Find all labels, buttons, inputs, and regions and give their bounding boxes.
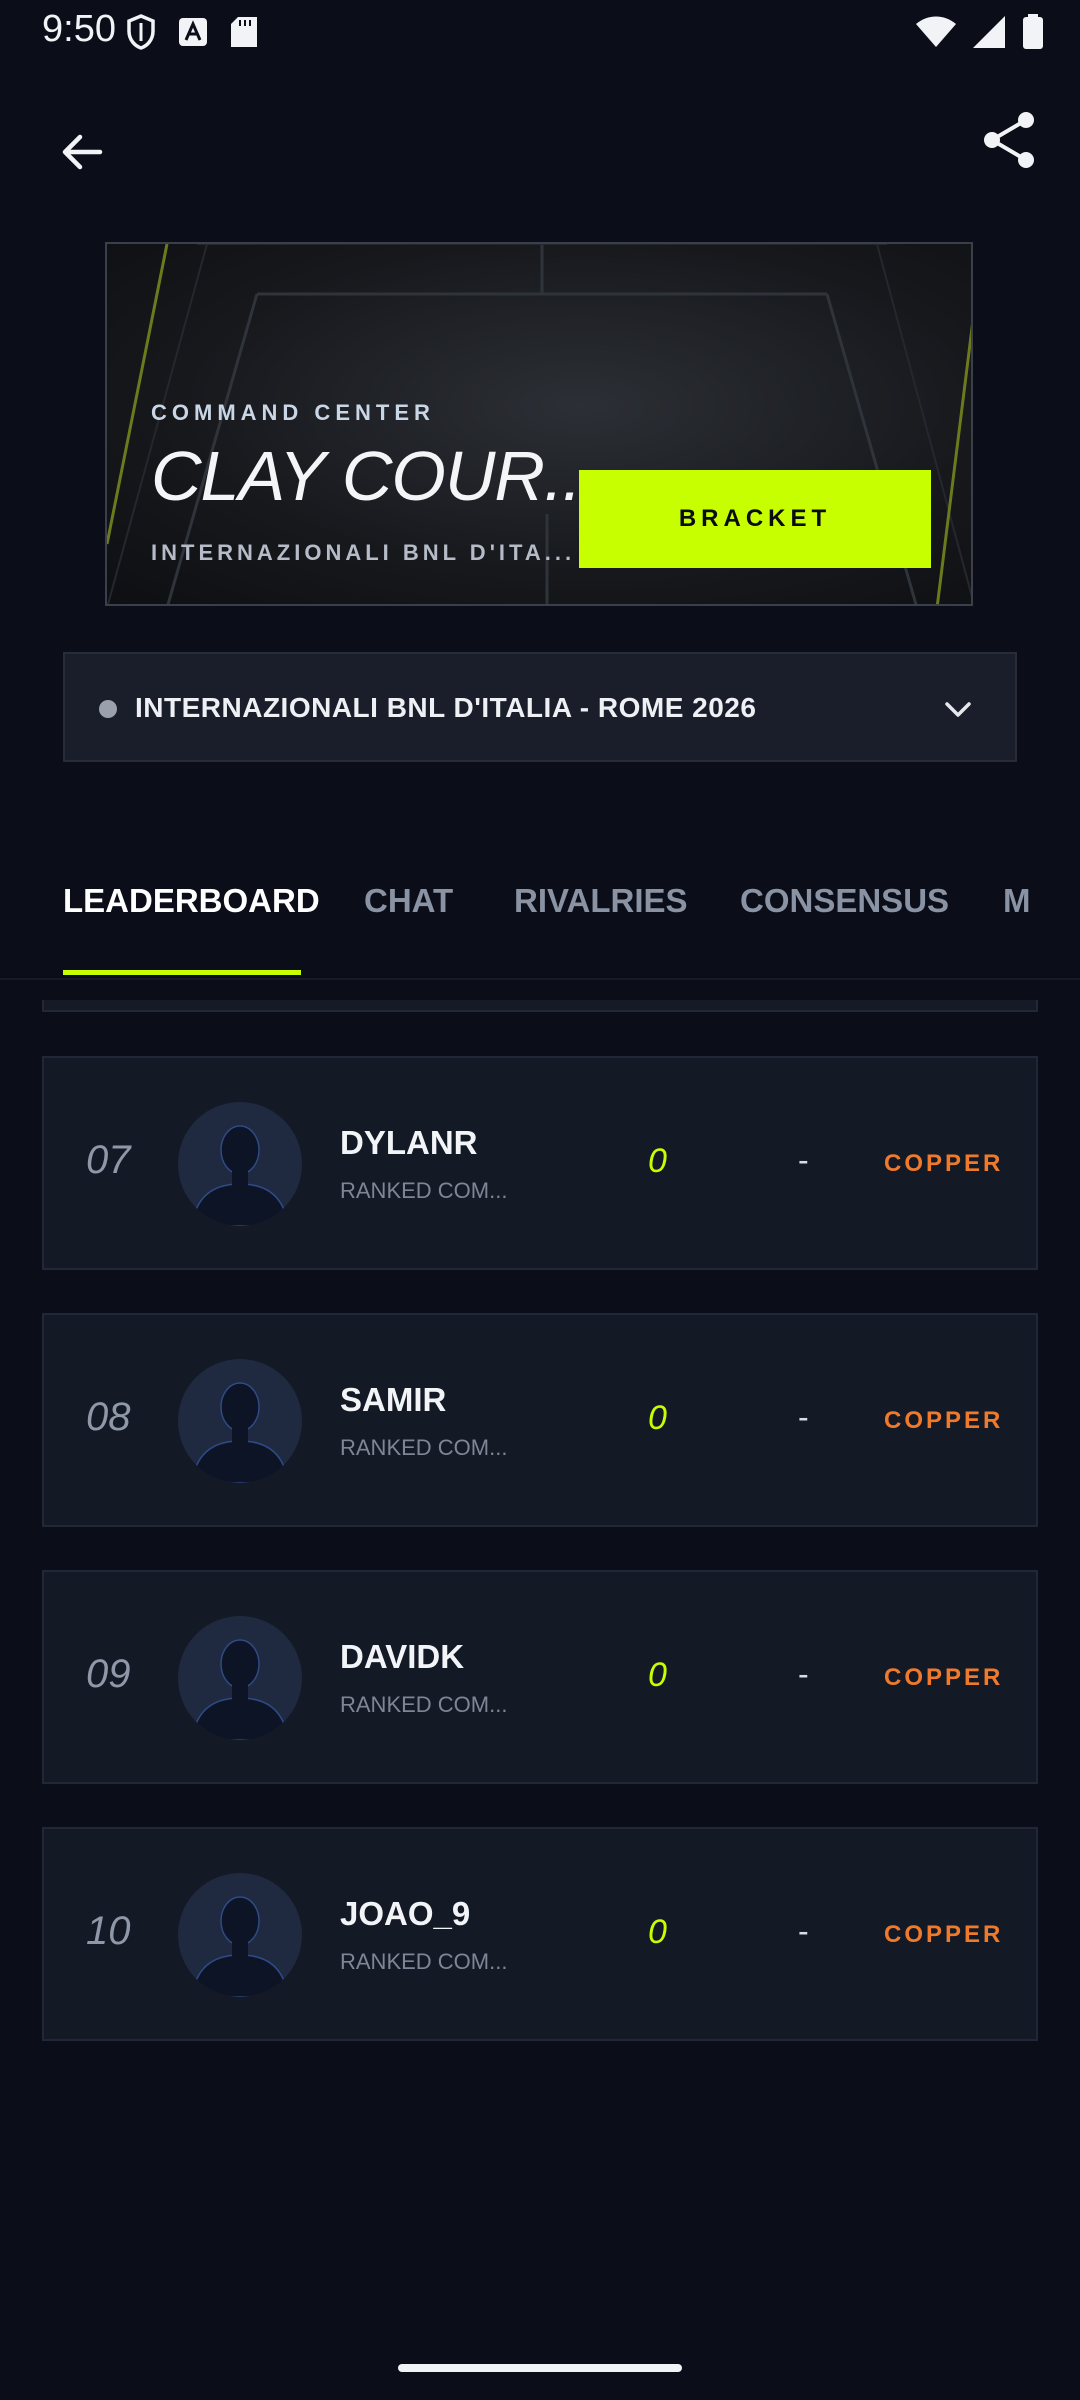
- banner-eyebrow: COMMAND CENTER: [151, 400, 435, 425]
- sd-card-icon: [231, 17, 257, 47]
- tier-badge: COPPER: [884, 1407, 1004, 1434]
- chevron-down-icon: [945, 702, 971, 717]
- status-time: 9:50: [42, 8, 116, 50]
- status-bar: 9:50: [0, 0, 1080, 64]
- status-dot: [99, 700, 117, 718]
- tab-consensus[interactable]: CONSENSUS: [740, 882, 949, 920]
- tab-chat[interactable]: CHAT: [364, 882, 453, 920]
- shield-icon: [127, 14, 155, 50]
- banner-title: CLAY COUR...: [151, 437, 600, 515]
- share-button[interactable]: [978, 108, 1042, 172]
- font-icon: [179, 18, 207, 46]
- battery-icon: [1023, 14, 1043, 49]
- tab-leaderboard[interactable]: LEADERBOARD: [63, 882, 320, 920]
- tab-rivalries[interactable]: RIVALRIES: [514, 882, 688, 920]
- arrow-left-icon: [62, 134, 103, 170]
- top-app-bar: [0, 100, 1080, 190]
- avatar: [178, 1873, 302, 1997]
- tab-more-truncated[interactable]: M: [1003, 882, 1031, 920]
- player-score: 0: [648, 1656, 667, 1694]
- status-system-icons: [916, 14, 1044, 50]
- command-center-banner: COMMAND CENTER CLAY COUR... INTERNAZIONA…: [105, 242, 973, 606]
- status-notification-icons: [126, 14, 258, 50]
- tier-badge: COPPER: [884, 1664, 1004, 1691]
- player-name: SAMIR: [340, 1381, 447, 1418]
- banner-subtitle: INTERNAZIONALI BNL D'ITA...: [151, 540, 576, 565]
- tier-badge: COPPER: [884, 1921, 1004, 1948]
- user-silhouette-icon: [191, 1639, 289, 1740]
- rank-change: -: [798, 1399, 809, 1435]
- player-score: 0: [648, 1399, 667, 1437]
- avatar: [178, 1359, 302, 1483]
- leaderboard-row[interactable]: 09 DAVIDK RANKED COM... 0 - COPPER: [42, 1570, 1038, 1784]
- home-indicator[interactable]: [398, 2364, 682, 2372]
- avatar: [178, 1616, 302, 1740]
- player-league: RANKED COM...: [340, 1178, 508, 1203]
- user-silhouette-icon: [191, 1125, 289, 1226]
- tier-badge: COPPER: [884, 1150, 1004, 1177]
- leaderboard-row[interactable]: 07 DYLANR RANKED COM... 0 - COPPER: [42, 1056, 1038, 1270]
- leaderboard-row[interactable]: 10 JOAO_9 RANKED COM... 0 - COPPER: [42, 1827, 1038, 2041]
- share-icon: [984, 112, 1034, 168]
- player-score: 0: [648, 1913, 667, 1951]
- leaderboard-row[interactable]: 08 SAMIR RANKED COM... 0 - COPPER: [42, 1313, 1038, 1527]
- tab-bar: LEADERBOARD CHAT RIVALRIES CONSENSUS M: [0, 870, 1080, 980]
- player-name: DAVIDK: [340, 1638, 465, 1675]
- player-score: 0: [648, 1142, 667, 1180]
- player-league: RANKED COM...: [340, 1435, 508, 1460]
- user-silhouette-icon: [191, 1896, 289, 1997]
- rank-change: -: [798, 1142, 809, 1178]
- rank-number: 08: [86, 1395, 131, 1439]
- player-league: RANKED COM...: [340, 1949, 508, 1974]
- rank-change: -: [798, 1656, 809, 1692]
- rank-number: 10: [86, 1909, 131, 1953]
- tournament-selector-label: INTERNAZIONALI BNL D'ITALIA - ROME 2026: [135, 692, 757, 723]
- tournament-selector[interactable]: INTERNAZIONALI BNL D'ITALIA - ROME 2026: [63, 652, 1017, 762]
- rank-number: 09: [86, 1652, 131, 1696]
- list-item-partial: [42, 1000, 1038, 1012]
- player-name: DYLANR: [340, 1124, 478, 1161]
- rank-change: -: [798, 1913, 809, 1949]
- rank-number: 07: [86, 1138, 131, 1182]
- player-league: RANKED COM...: [340, 1692, 508, 1717]
- avatar: [178, 1102, 302, 1226]
- player-name: JOAO_9: [340, 1895, 471, 1932]
- wifi-icon: [916, 16, 956, 47]
- active-tab-indicator: [63, 970, 301, 975]
- back-button[interactable]: [50, 120, 114, 184]
- signal-icon: [973, 16, 1005, 48]
- bracket-button[interactable]: BRACKET: [579, 470, 931, 568]
- user-silhouette-icon: [191, 1382, 289, 1483]
